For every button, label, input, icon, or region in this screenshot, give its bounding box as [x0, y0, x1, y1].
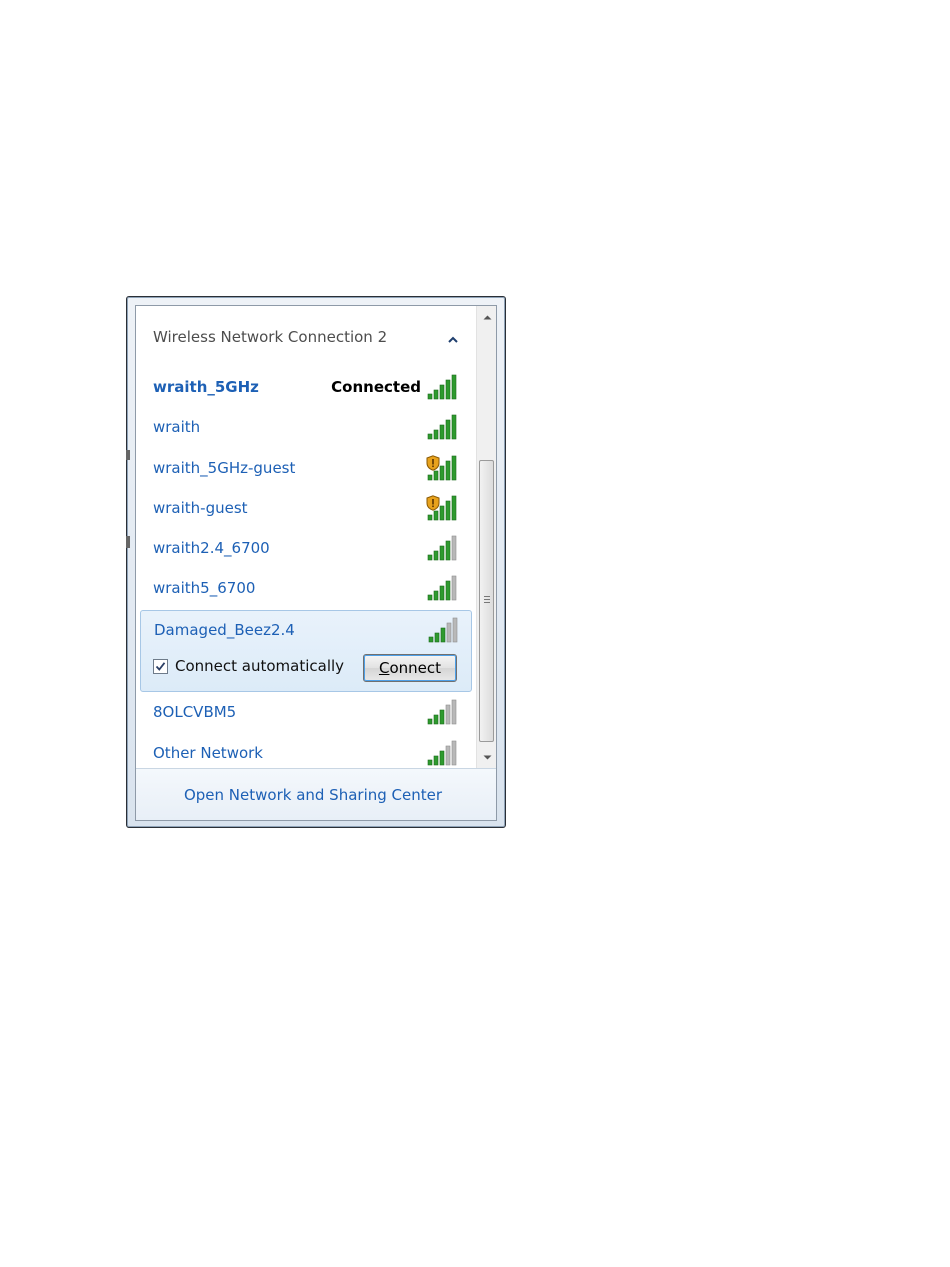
- signal-bar: [439, 424, 445, 440]
- signal-bar: [451, 455, 457, 481]
- network-list-panel: Wireless Network Connection 2 wraith_5GH…: [135, 305, 497, 821]
- signal-bar: [451, 374, 457, 400]
- signal-bar: [445, 460, 451, 481]
- signal-bar: [445, 704, 451, 725]
- signal-strength-icon: [427, 740, 457, 766]
- signal-strength-icon: [427, 535, 457, 561]
- signal-bar: [451, 535, 457, 561]
- signal-bar: [445, 419, 451, 440]
- signal-strength-icon: [427, 575, 457, 601]
- signal-bar: [445, 540, 451, 561]
- signal-bar: [427, 759, 433, 766]
- signal-bar: [433, 590, 439, 601]
- signal-bar: [439, 465, 445, 481]
- flyout-footer: Open Network and Sharing Center: [136, 768, 496, 820]
- checkmark-icon: [155, 661, 166, 671]
- connect-automatically-checkbox[interactable]: [153, 658, 168, 674]
- network-name: wraith_5GHz: [153, 378, 259, 396]
- signal-strength-icon: [427, 414, 457, 440]
- signal-strength-icon: [428, 617, 458, 643]
- signal-bar: [433, 470, 439, 481]
- signal-bar: [446, 622, 452, 643]
- signal-bar: [427, 433, 433, 440]
- signal-bar: [433, 389, 439, 400]
- signal-bar: [439, 505, 445, 521]
- connected-status: Connected: [331, 378, 421, 396]
- network-item-wraith5-6700[interactable]: wraith5_6700: [136, 569, 476, 609]
- signal-bar: [451, 495, 457, 521]
- network-item-damaged-beez2-4[interactable]: Damaged_Beez2.4 Connect automatically Co…: [140, 610, 472, 692]
- signal-strength-icon: [427, 699, 457, 725]
- signal-bar: [433, 510, 439, 521]
- signal-strength-icon: [427, 374, 457, 400]
- network-name: wraith_5GHz-guest: [153, 459, 296, 477]
- signal-bar: [433, 429, 439, 440]
- background-edge-mark: [126, 536, 130, 548]
- signal-bar: [433, 550, 439, 561]
- network-name: Other Network: [153, 744, 263, 762]
- background-edge-mark: [126, 450, 130, 460]
- signal-bar: [439, 585, 445, 601]
- signal-bar: [433, 714, 439, 725]
- connect-automatically-option[interactable]: Connect automatically: [153, 657, 344, 675]
- collapse-chevron-icon[interactable]: [448, 334, 458, 344]
- connect-button-label: onnect: [389, 659, 442, 677]
- network-item-wraith2-4-6700[interactable]: wraith2.4_6700: [136, 529, 476, 569]
- network-item-8olcvbm5[interactable]: 8OLCVBM5: [136, 693, 476, 733]
- connect-button[interactable]: Connect: [363, 654, 457, 682]
- connection-header: Wireless Network Connection 2: [153, 328, 388, 346]
- security-warning-shield-icon: [426, 495, 440, 511]
- signal-bar: [451, 575, 457, 601]
- signal-bar: [445, 500, 451, 521]
- signal-bar: [427, 393, 433, 400]
- scrollbar-grip-icon: [484, 596, 490, 603]
- network-item-wraith[interactable]: wraith: [136, 408, 476, 448]
- signal-bar: [439, 709, 445, 725]
- network-name: wraith-guest: [153, 499, 248, 517]
- network-name: wraith5_6700: [153, 579, 256, 597]
- network-item-wraith-5ghz-guest[interactable]: wraith_5GHz-guest: [136, 449, 476, 489]
- network-name: 8OLCVBM5: [153, 703, 237, 721]
- scroll-down-arrow-icon[interactable]: [477, 748, 497, 766]
- signal-bar: [427, 594, 433, 601]
- network-list: Wireless Network Connection 2 wraith_5GH…: [136, 306, 476, 768]
- signal-bar: [451, 699, 457, 725]
- connect-button-accesskey: C: [378, 659, 390, 677]
- signal-bar: [451, 414, 457, 440]
- signal-bar: [428, 636, 434, 643]
- network-name: wraith2.4_6700: [153, 539, 270, 557]
- network-name: Damaged_Beez2.4: [154, 621, 295, 639]
- signal-bar: [427, 554, 433, 561]
- signal-bar: [427, 514, 433, 521]
- signal-bar: [445, 379, 451, 400]
- signal-bar: [439, 384, 445, 400]
- signal-bar: [445, 580, 451, 601]
- scrollbar-thumb[interactable]: [479, 460, 494, 742]
- signal-bar: [452, 617, 458, 643]
- network-name: wraith: [153, 418, 201, 436]
- signal-bar: [439, 545, 445, 561]
- signal-bar: [434, 632, 440, 643]
- signal-bar: [445, 745, 451, 766]
- signal-bar: [439, 750, 445, 766]
- signal-bar: [451, 740, 457, 766]
- connect-automatically-label: Connect automatically: [175, 657, 345, 675]
- scroll-up-arrow-icon[interactable]: [477, 308, 497, 326]
- signal-bar: [427, 718, 433, 725]
- network-item-wraith-5ghz[interactable]: wraith_5GHz Connected: [136, 368, 476, 408]
- network-item-wraith-guest[interactable]: wraith-guest: [136, 489, 476, 529]
- signal-bar: [440, 627, 446, 643]
- signal-bar: [427, 474, 433, 481]
- open-network-sharing-center-link[interactable]: Open Network and Sharing Center: [184, 786, 442, 804]
- vertical-scrollbar[interactable]: [476, 306, 496, 768]
- wireless-networks-flyout: Wireless Network Connection 2 wraith_5GH…: [126, 296, 506, 828]
- signal-bar: [433, 755, 439, 766]
- security-warning-shield-icon: [426, 455, 440, 471]
